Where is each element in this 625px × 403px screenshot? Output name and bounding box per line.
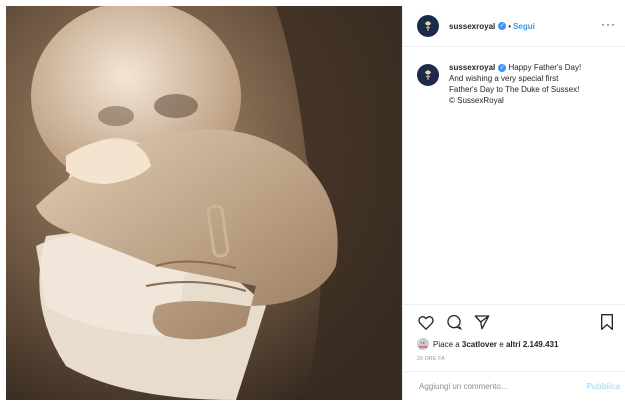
- caption-text: sussexroyal ✓ Happy Father's Day! And wis…: [449, 62, 581, 106]
- instagram-post-window: sussexroyal ✓ • Segui ··· sussexroyal ✓ H…: [0, 0, 625, 400]
- likes-text: Piace a 3catlover e altri 2.149.431: [433, 339, 559, 349]
- caption-line-3: Father's Day to The Duke of Sussex!: [449, 85, 580, 94]
- post-timestamp[interactable]: 20 ORE FA: [417, 356, 445, 362]
- crest-icon: [425, 70, 431, 80]
- more-dots-icon[interactable]: ···: [601, 18, 616, 30]
- follow-button[interactable]: Segui: [513, 22, 535, 31]
- verified-badge-icon: ✓: [498, 22, 507, 30]
- caption-line-1: Happy Father's Day!: [508, 63, 582, 72]
- post-sidebar: sussexroyal ✓ • Segui ··· sussexroyal ✓ H…: [402, 6, 625, 400]
- baby-photo-image: [6, 6, 402, 400]
- post-photo[interactable]: [6, 6, 402, 400]
- liker-avatar[interactable]: I ♥ CATS: [417, 338, 429, 350]
- likes-row: I ♥ CATS Piace a 3catlover e altri 2.149…: [417, 338, 558, 350]
- post-header: sussexroyal ✓ • Segui ···: [403, 6, 625, 47]
- share-icon[interactable]: [473, 313, 491, 331]
- other-likers-link[interactable]: altri 2.149.431: [506, 340, 558, 349]
- comment-bar: Pubblica: [403, 371, 625, 400]
- post-actions: I ♥ CATS Piace a 3catlover e altri 2.149…: [403, 304, 625, 403]
- heart-icon[interactable]: [417, 313, 435, 331]
- action-icons: [417, 313, 491, 331]
- bookmark-icon[interactable]: [598, 313, 616, 331]
- publish-button[interactable]: Pubblica: [587, 382, 620, 391]
- header-separator: •: [508, 21, 512, 31]
- caption-avatar[interactable]: [417, 64, 439, 86]
- caption-line-4: © SussexRoyal: [449, 96, 504, 105]
- comment-input[interactable]: [417, 380, 571, 392]
- liker-username-link[interactable]: 3catlover: [462, 340, 497, 349]
- caption-line-2: And wishing a very special first: [449, 74, 559, 83]
- comment-icon[interactable]: [445, 313, 463, 331]
- profile-avatar[interactable]: [417, 15, 439, 37]
- post-caption: sussexroyal ✓ Happy Father's Day! And wis…: [417, 62, 617, 106]
- verified-badge-icon: ✓: [498, 63, 507, 72]
- header-username-link[interactable]: sussexroyal: [449, 22, 495, 31]
- crest-icon: [425, 21, 431, 31]
- caption-username-link[interactable]: sussexroyal: [449, 63, 495, 72]
